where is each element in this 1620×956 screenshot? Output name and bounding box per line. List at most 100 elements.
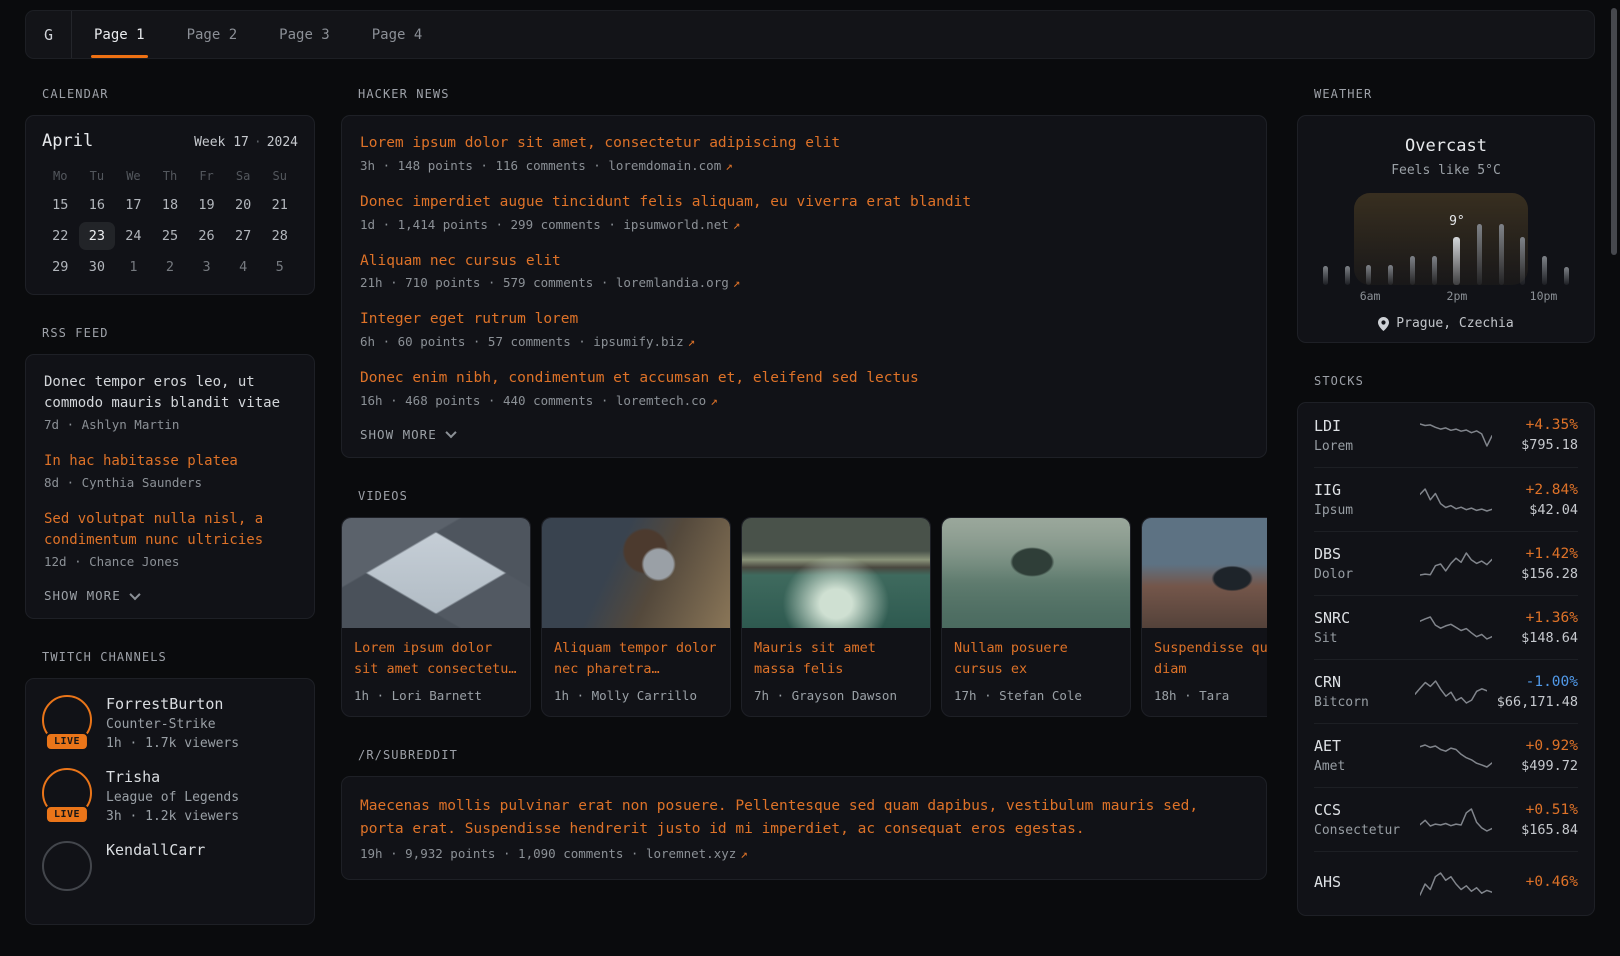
page-tab[interactable]: Page 2 <box>166 11 259 58</box>
hn-item-title[interactable]: Aliquam nec cursus elit <box>360 251 1248 273</box>
scrollbar-thumb[interactable] <box>1611 8 1617 255</box>
stock-name: Ipsum <box>1314 503 1410 518</box>
external-link-icon: ↗ <box>725 158 733 173</box>
twitch-channel-row[interactable]: LIVE Trisha League of Legends 3h · 1.2k … <box>42 768 298 824</box>
live-badge: LIVE <box>45 732 89 751</box>
weather-condition: Overcast <box>1298 136 1594 156</box>
subreddit-widget: /R/SUBREDDIT Maecenas mollis pulvinar er… <box>341 748 1267 880</box>
app-logo[interactable]: G <box>26 11 72 58</box>
live-badge: LIVE <box>45 805 89 824</box>
stock-row[interactable]: SNRC Sit +1.36% $148.64 <box>1314 595 1578 659</box>
page-tab[interactable]: Page 1 <box>73 11 166 58</box>
stock-row[interactable]: LDI Lorem +4.35% $795.18 <box>1314 403 1578 467</box>
stock-price: $66,171.48 <box>1497 694 1578 710</box>
calendar-week: Week 17 <box>194 135 249 150</box>
weather-bar <box>1453 237 1460 285</box>
video-meta: 18h · Tara <box>1154 688 1267 703</box>
subreddit-post: Maecenas mollis pulvinar erat non posuer… <box>360 795 1248 861</box>
rss-item-title[interactable]: In hac habitasse platea <box>44 451 296 472</box>
video-card[interactable]: Nullam posuere cursus ex 17h · Stefan Co… <box>941 517 1131 717</box>
twitch-channel-row[interactable]: KendallCarr <box>42 841 298 891</box>
twitch-channel-row[interactable]: LIVE ForrestBurton Counter-Strike 1h · 1… <box>42 695 298 751</box>
calendar-day: 15 <box>42 191 79 219</box>
show-more-label: SHOW MORE <box>360 427 437 442</box>
stock-change-percent: +0.92% <box>1502 738 1578 754</box>
weather-bar <box>1366 265 1371 285</box>
calendar-year: 2024 <box>267 135 298 150</box>
video-card[interactable]: Aliquam tempor dolor nec pharetra… 1h · … <box>541 517 731 717</box>
calendar-grid: Mo Tu We Th Fr Sa Su <box>42 165 298 191</box>
weather-bar <box>1323 266 1328 285</box>
stock-name: Sit <box>1314 631 1410 646</box>
right-column: WEATHER Overcast Feels like 5°C <box>1297 74 1595 947</box>
video-thumbnail <box>342 518 530 628</box>
stock-row[interactable]: IIG Ipsum +2.84% $42.04 <box>1314 467 1578 531</box>
stock-name: Lorem <box>1314 439 1410 454</box>
stock-row[interactable]: AET Amet +0.92% $499.72 <box>1314 723 1578 787</box>
stocks-card: LDI Lorem +4.35% $795.18 IIG Ipsum <box>1297 402 1595 916</box>
video-card[interactable]: Lorem ipsum dolor sit amet consectetu… 1… <box>341 517 531 717</box>
hn-item-title[interactable]: Integer eget rutrum lorem <box>360 309 1248 331</box>
stock-price: $499.72 <box>1502 758 1578 774</box>
calendar-month: April <box>42 131 93 151</box>
weather-bar <box>1388 265 1393 285</box>
calendar-day: 30 <box>79 253 116 281</box>
stock-sparkline <box>1420 807 1492 833</box>
hn-item-title[interactable]: Donec enim nibh, condimentum et accumsan… <box>360 368 1248 390</box>
stock-row[interactable]: DBS Dolor +1.42% $156.28 <box>1314 531 1578 595</box>
twitch-channel-meta: 1h · 1.7k viewers <box>106 736 239 751</box>
stock-ticker: DBS <box>1314 545 1410 563</box>
calendar-weekday: Mo <box>42 165 79 187</box>
stock-row[interactable]: CCS Consectetur +0.51% $165.84 <box>1314 787 1578 851</box>
calendar-weekday: Fr <box>188 165 225 187</box>
stock-row[interactable]: AHS +0.46% <box>1314 851 1578 915</box>
rss-show-more-button[interactable]: SHOW MORE <box>44 588 296 603</box>
hn-item-meta: 16h · 468 points · 440 comments · loremt… <box>360 393 1248 408</box>
calendar-day: 17 <box>115 191 152 219</box>
rss-item: Sed volutpat nulla nisl, a condimentum n… <box>44 509 296 569</box>
stock-ticker: SNRC <box>1314 609 1410 627</box>
stock-sparkline <box>1420 615 1492 641</box>
stock-sparkline <box>1420 422 1492 448</box>
twitch-widget: TWITCH CHANNELS LIVE ForrestBurton Count… <box>25 650 315 925</box>
page-tab-label: Page 4 <box>372 27 423 43</box>
stock-name: Bitcorn <box>1314 695 1405 710</box>
rss-item-title[interactable]: Sed volutpat nulla nisl, a condimentum n… <box>44 509 296 551</box>
video-meta: 1h · Molly Carrillo <box>554 688 718 703</box>
weather-bar <box>1477 224 1482 285</box>
videos-widget: VIDEOS Lorem ipsum dolor sit amet consec… <box>341 489 1267 717</box>
stock-change-percent: +0.46% <box>1502 874 1578 890</box>
hn-item-title[interactable]: Donec imperdiet augue tincidunt felis al… <box>360 192 1248 214</box>
subreddit-post-title[interactable]: Maecenas mollis pulvinar erat non posuer… <box>360 795 1248 841</box>
video-card[interactable]: Suspendisse quis diam 18h · Tara <box>1141 517 1267 717</box>
hn-item: Aliquam nec cursus elit 21h · 710 points… <box>360 251 1248 291</box>
stock-change-percent: +2.84% <box>1502 482 1578 498</box>
external-link-icon: ↗ <box>710 393 718 408</box>
stocks-widget: STOCKS LDI Lorem +4.35% $795.18 <box>1297 374 1595 916</box>
page-tab[interactable]: Page 3 <box>258 11 351 58</box>
calendar-weekday: Th <box>152 165 189 187</box>
calendar-day: 29 <box>42 253 79 281</box>
calendar-card: April Week 17·2024 Mo Tu We Th Fr Sa <box>25 115 315 295</box>
hn-show-more-button[interactable]: SHOW MORE <box>360 427 1248 442</box>
video-title: Lorem ipsum dolor sit amet consectetu… <box>354 638 518 680</box>
stock-name: Amet <box>1314 759 1410 774</box>
hn-item-title[interactable]: Lorem ipsum dolor sit amet, consectetur … <box>360 133 1248 155</box>
rss-item-title[interactable]: Donec tempor eros leo, ut commodo mauris… <box>44 372 296 414</box>
stock-price: $148.64 <box>1502 630 1578 646</box>
video-card[interactable]: Mauris sit amet massa felis 7h · Grayson… <box>741 517 931 717</box>
twitch-channel-name: Trisha <box>106 768 239 786</box>
page-tab[interactable]: Page 4 <box>351 11 444 58</box>
calendar-day: 26 <box>188 222 225 250</box>
rss-item-meta: 7d · Ashlyn Martin <box>44 417 296 432</box>
twitch-channel-name: KendallCarr <box>106 841 205 859</box>
calendar-day: 22 <box>42 222 79 250</box>
stock-ticker: LDI <box>1314 417 1410 435</box>
rss-card: Donec tempor eros leo, ut commodo mauris… <box>25 354 315 619</box>
weather-time-label: 10pm <box>1530 289 1558 303</box>
external-link-icon: ↗ <box>740 846 748 861</box>
stock-row[interactable]: CRN Bitcorn -1.00% $66,171.48 <box>1314 659 1578 723</box>
current-temperature: 9° <box>1449 214 1465 229</box>
chevron-down-icon <box>129 588 140 599</box>
stock-change-percent: +4.35% <box>1502 417 1578 433</box>
